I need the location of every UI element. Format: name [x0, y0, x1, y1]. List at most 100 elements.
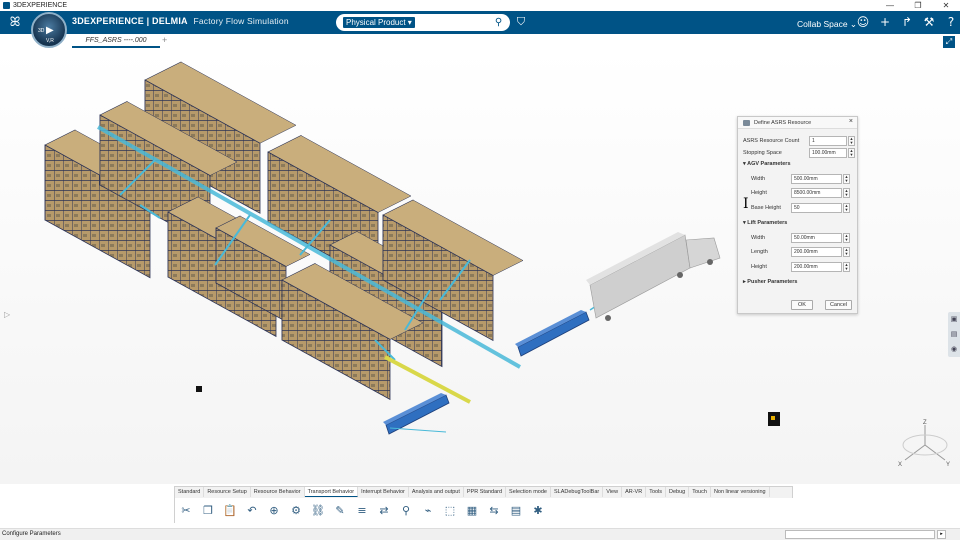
lift-height-field[interactable]: 200.00mm [791, 262, 842, 272]
stopping-space-field[interactable]: 100.00mm [809, 148, 847, 158]
lift-width-spinner[interactable]: ▲ ▼ [843, 233, 850, 243]
top-right-icons: ☺ + ↱ ⚒ ? [854, 14, 960, 31]
add-tab-icon[interactable]: + [162, 34, 167, 47]
conveyor-icon[interactable]: ≡ [351, 501, 373, 521]
ok-button[interactable]: OK [791, 300, 813, 310]
cancel-button[interactable]: Cancel [825, 300, 852, 310]
restore-button[interactable]: ❐ [904, 0, 932, 11]
action-tab-non-linear-versioning[interactable]: Non linear versioning [711, 487, 770, 497]
brand-name: 3DEXPERIENCE | DELMIA [72, 16, 188, 26]
close-window-button[interactable]: ✕ [932, 0, 960, 11]
bounding-box-icon[interactable]: ⬚ [439, 501, 461, 521]
action-tab-standard[interactable]: Standard [175, 487, 205, 497]
minimize-button[interactable]: — [876, 0, 904, 11]
dialog-close-icon[interactable]: × [849, 118, 853, 125]
camera-icon[interactable]: ◉ [948, 342, 960, 357]
document-tabbar: FFS_ASRS ----.000 + [0, 34, 960, 48]
stopping-space-label: Stopping Space [743, 150, 782, 156]
transfer-icon[interactable]: ⇆ [483, 501, 505, 521]
paste-icon[interactable]: 📋 [219, 501, 241, 521]
help-icon[interactable]: ? [942, 14, 960, 31]
compass-widget[interactable]: 3D ▶ V,R [31, 12, 67, 48]
window-titlebar: 3DEXPERIENCE — ❐ ✕ [0, 0, 960, 11]
agv-height-field[interactable]: 8500.00mm [791, 188, 842, 198]
agv-height-spinner[interactable]: ▲ ▼ [843, 188, 850, 198]
arm-icon[interactable]: ⌁ [417, 501, 439, 521]
lift-length-field[interactable]: 200.00mm [791, 247, 842, 257]
search-box[interactable]: Physical Product ▾ ⚲ [336, 14, 510, 31]
lift-section-header[interactable]: ▾ Lift Parameters [743, 220, 787, 226]
lift-width-row: Width 50.00mm ▲ ▼ [743, 233, 855, 243]
agv-base-height-spinner[interactable]: ▲ ▼ [843, 203, 850, 213]
view-icon[interactable]: ▣ [948, 312, 960, 327]
agv-base-height-label: Base Height [751, 205, 781, 211]
action-tab-ppr-standard[interactable]: PPR Standard [464, 487, 507, 497]
asrs-count-spinner[interactable]: ▲ ▼ [848, 136, 855, 146]
dialog-titlebar: Define ASRS Resource × [738, 117, 857, 129]
agv-height-row: Height 8500.00mm ▲ ▼ [743, 188, 855, 198]
lift-length-label: Length [751, 249, 768, 255]
action-tab-tools[interactable]: Tools [646, 487, 667, 497]
lift-height-row: Height 200.00mm ▲ ▼ [743, 262, 855, 272]
search-scope-dropdown[interactable]: Physical Product ▾ [343, 17, 415, 28]
action-tab-resource-behavior[interactable]: Resource Behavior [251, 487, 305, 497]
action-tab-analysis-and-output[interactable]: Analysis and output [409, 487, 464, 497]
agv-base-height-field[interactable]: 50 [791, 203, 842, 213]
action-tab-transport-behavior[interactable]: Transport Behavior [304, 487, 359, 497]
status-command-input[interactable] [785, 530, 935, 539]
app-name: Factory Flow Simulation [193, 16, 289, 26]
action-tab-resource-setup[interactable]: Resource Setup [204, 487, 251, 497]
tab-ffs-asrs[interactable]: FFS_ASRS ----.000 [72, 34, 160, 48]
action-tab-sladebugtoolbar[interactable]: SLADebugToolBar [551, 487, 604, 497]
lift-width-field[interactable]: 50.00mm [791, 233, 842, 243]
asrs-count-field[interactable]: 1 [809, 136, 847, 146]
agv-width-spinner[interactable]: ▲ ▼ [843, 174, 850, 184]
action-tab-interrupt-behavior[interactable]: Interrupt Behavior [358, 487, 409, 497]
layers-icon[interactable]: ▤ [948, 327, 960, 342]
stopping-space-spinner[interactable]: ▲ ▼ [848, 148, 855, 158]
grid-icon[interactable]: ▦ [461, 501, 483, 521]
cut-icon[interactable]: ✂ [175, 501, 197, 521]
expand-icon[interactable]: ⤢ [943, 36, 955, 48]
search-input[interactable] [416, 17, 486, 28]
action-bar-icons: ✂ ❐ 📋 ↶ ⊕ ⚙ ⛓ ✎ ≡ ⇄ ⚲ ⌁ ⬚ ▦ ⇆ ▤ ✱ [175, 498, 794, 523]
status-arrow-button[interactable]: ▸ [937, 530, 946, 539]
settings-icon[interactable]: ✱ [527, 501, 549, 521]
undo-icon[interactable]: ↶ [241, 501, 263, 521]
lift-length-spinner[interactable]: ▲ ▼ [843, 247, 850, 257]
ds-logo-icon[interactable]: ꕤ [6, 14, 24, 31]
agv-width-label: Width [751, 176, 766, 182]
left-panel-toggle-icon[interactable]: ▷ [4, 310, 10, 319]
define-asrs-dialog: Define ASRS Resource × ASRS Resource Cou… [737, 116, 858, 314]
small-box [768, 412, 780, 426]
copy-icon[interactable]: ❐ [197, 501, 219, 521]
robot-icon[interactable]: ⚲ [395, 501, 417, 521]
status-text: Configure Parameters [2, 531, 61, 537]
action-tab-touch[interactable]: Touch [689, 487, 711, 497]
pusher-section-label: Pusher Parameters [747, 279, 798, 285]
user-icon[interactable]: ☺ [854, 14, 872, 31]
link-icon[interactable]: ⛓ [307, 501, 329, 521]
action-tab-ar-vr[interactable]: AR-VR [622, 487, 647, 497]
zoom-icon[interactable]: ⊕ [263, 501, 285, 521]
agv-section-header[interactable]: ▾ AGV Parameters [743, 161, 791, 167]
tools-icon[interactable]: ⚒ [920, 14, 938, 31]
document-icon[interactable]: ▤ [505, 501, 527, 521]
add-icon[interactable]: + [876, 14, 894, 31]
collab-space-selector[interactable]: Collab Space ⌄ [797, 19, 857, 30]
action-tab-selection-mode[interactable]: Selection mode [506, 487, 551, 497]
action-tab-view[interactable]: View [603, 487, 623, 497]
search-icon[interactable]: ⚲ [492, 16, 505, 29]
action-tab-debug[interactable]: Debug [666, 487, 690, 497]
tag-icon[interactable]: ⛉ [514, 15, 528, 29]
share-icon[interactable]: ↱ [898, 14, 916, 31]
pusher-section-header[interactable]: ▸ Pusher Parameters [743, 279, 797, 285]
agv-width-field[interactable]: 500.00mm [791, 174, 842, 184]
edit-icon[interactable]: ✎ [329, 501, 351, 521]
flow-icon[interactable]: ⇄ [373, 501, 395, 521]
lift-height-spinner[interactable]: ▲ ▼ [843, 262, 850, 272]
asrs-count-row: ASRS Resource Count 1 ▲ ▼ [743, 136, 855, 146]
window-title: 3DEXPERIENCE [13, 2, 68, 9]
resource-icon[interactable]: ⚙ [285, 501, 307, 521]
play-icon[interactable]: ▶ [46, 25, 54, 36]
